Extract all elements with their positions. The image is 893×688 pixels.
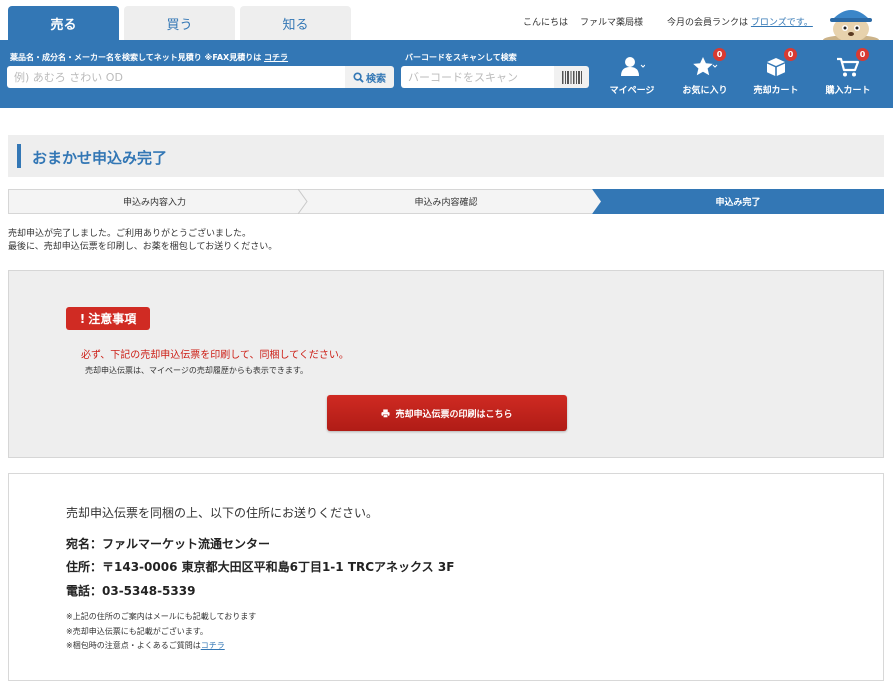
address-note-email: ※上記の住所のご案内はメールにも記載しております (66, 612, 257, 621)
print-slip-button[interactable]: 売却申込伝票の印刷はこちら (327, 395, 567, 431)
notice-warning: 必ず、下記の売却申込伝票を印刷して、同梱してください。 (81, 350, 349, 361)
address-note-faq-text: ※梱包時の注意点・よくあるご質問は (66, 641, 201, 650)
faq-link[interactable]: コチラ (201, 641, 225, 650)
search-input[interactable]: 例) あむろ さわい OD (7, 66, 345, 88)
site-header: 薬品名・成分名・メーカー名を検索してネット見積り ※FAX見積りは コチラ 例)… (0, 40, 893, 108)
nav-sell-cart[interactable]: 0 売却カート (744, 48, 808, 100)
title-accent-bar (17, 144, 21, 168)
tab-sell[interactable]: 売る (8, 6, 119, 40)
search-label: 薬品名・成分名・メーカー名を検索してネット見積り ※FAX見積りは コチラ (10, 52, 288, 63)
nav-favorites-label: お気に入り (682, 86, 728, 96)
nav-purchase-cart[interactable]: 0 購入カート (816, 48, 880, 100)
page-title-box: おまかせ申込み完了 (8, 135, 884, 177)
address-note-faq: ※梱包時の注意点・よくあるご質問はコチラ (66, 640, 225, 651)
greeting-hello: こんにちは (523, 18, 569, 28)
barcode-icon (561, 70, 582, 84)
user-icon (621, 57, 645, 76)
notice-panel: ! 注意事項 必ず、下記の売却申込伝票を印刷して、同梱してください。 売却申込伝… (8, 270, 884, 458)
search-icon (353, 71, 364, 83)
barcode-label: バーコードをスキャンして検索 (405, 53, 517, 62)
star-icon (693, 57, 718, 76)
nav-favorites[interactable]: 0 お気に入り (673, 48, 737, 100)
greeting-user: ファルマ薬局様 (580, 18, 644, 28)
printer-icon (381, 408, 391, 418)
barcode-input[interactable]: バーコードをスキャン (401, 66, 554, 88)
address-postal: 住所：〒143-0006 東京都大田区平和島6丁目1-1 TRCアネックス 3F (66, 560, 455, 574)
step-divider-active (592, 189, 601, 214)
purchase-cart-count-badge: 0 (856, 48, 869, 61)
completion-message-line2: 最後に、売却申込伝票を印刷し、お薬を梱包してお送りください。 (8, 242, 278, 252)
cart-icon (837, 57, 860, 77)
page-title: おまかせ申込み完了 (32, 149, 168, 167)
address-intro: 売却申込伝票を同梱の上、以下の住所にお送りください。 (66, 506, 379, 520)
notice-badge-label: 注意事項 (88, 312, 137, 326)
step-divider (298, 189, 308, 214)
completion-message: 売却申込が完了しました。ご利用ありがとうございました。 最後に、売却申込伝票を印… (8, 228, 277, 254)
favorites-count-badge: 0 (713, 48, 726, 61)
step-input: 申込み内容入力 (8, 189, 300, 214)
notice-badge: ! 注意事項 (66, 307, 150, 330)
exclamation-icon: ! (79, 311, 86, 326)
tab-learn[interactable]: 知る (240, 6, 351, 40)
search-label-text: 薬品名・成分名・メーカー名を検索してネット見積り ※FAX見積りは (10, 53, 262, 62)
fax-estimate-link[interactable]: コチラ (264, 53, 288, 62)
search-button-label: 検索 (366, 73, 386, 85)
step-complete: 申込み完了 (592, 189, 884, 214)
step-confirm: 申込み内容確認 (300, 189, 592, 214)
tab-buy[interactable]: 買う (124, 6, 235, 40)
notice-sub-text: 売却申込伝票は、マイページの売却履歴からも表示できます。 (85, 366, 309, 375)
member-rank-link[interactable]: ブロンズです。 (751, 18, 813, 28)
top-tab-bar: 売る 買う 知る こんにちは ファルマ薬局様 今月の会員ランクは ブロンズです。 (0, 0, 893, 44)
nav-sell-cart-label: 売却カート (753, 86, 799, 96)
shipping-address-panel: 売却申込伝票を同梱の上、以下の住所にお送りください。 宛名：ファルマーケット流通… (8, 473, 884, 681)
nav-purchase-cart-label: 購入カート (825, 86, 871, 96)
mascot-icon (823, 10, 879, 44)
nav-mypage[interactable]: マイページ (600, 54, 664, 100)
member-rank-label: 今月の会員ランクは (667, 18, 749, 28)
completion-message-line1: 売却申込が完了しました。ご利用ありがとうございました。 (8, 229, 252, 239)
address-recipient: 宛名：ファルマーケット流通センター (66, 537, 271, 551)
address-phone: 電話：03-5348-5339 (66, 584, 196, 598)
print-slip-button-label: 売却申込伝票の印刷はこちら (395, 409, 513, 420)
nav-mypage-label: マイページ (609, 86, 655, 96)
barcode-scan-button[interactable] (554, 66, 589, 88)
box-icon (767, 58, 785, 76)
user-greeting: こんにちは ファルマ薬局様 今月の会員ランクは ブロンズです。 (523, 15, 813, 28)
search-button[interactable]: 検索 (345, 66, 394, 88)
progress-steps: 申込み内容入力 申込み内容確認 申込み完了 (8, 189, 884, 214)
sell-cart-count-badge: 0 (784, 48, 797, 61)
address-note-slip: ※売却申込伝票にも記載がございます。 (66, 627, 208, 636)
